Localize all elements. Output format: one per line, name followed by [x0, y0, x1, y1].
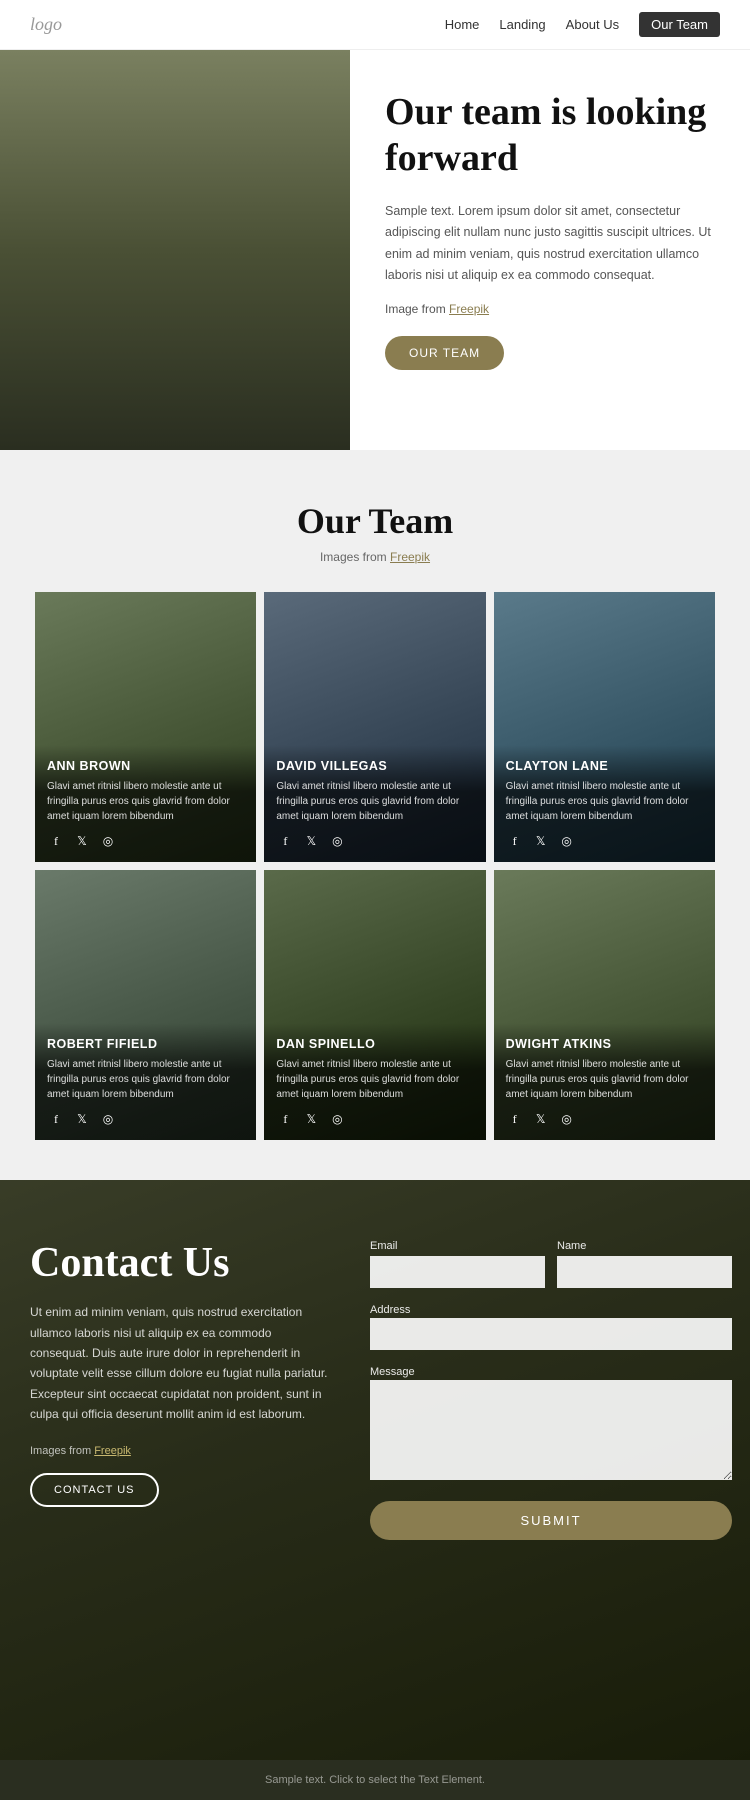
card-overlay-dan: DAN SPINELLO Glavi amet ritnisl libero m… [264, 1023, 485, 1140]
twitter-icon-dan[interactable]: 𝕏 [302, 1110, 320, 1128]
facebook-icon-dan[interactable]: f [276, 1110, 294, 1128]
twitter-icon-clayton[interactable]: 𝕏 [532, 832, 550, 850]
card-overlay-dwight: DWIGHT ATKINS Glavi amet ritnisl libero … [494, 1023, 715, 1140]
contact-image-credit: Images from Freepik [30, 1445, 330, 1457]
instagram-icon-david[interactable]: ◎ [328, 832, 346, 850]
address-label: Address [370, 1304, 410, 1316]
form-row-email-name: Email Name [370, 1240, 732, 1288]
member-bio-ann: Glavi amet ritnisl libero molestie ante … [47, 779, 244, 824]
instagram-icon-dwight[interactable]: ◎ [558, 1110, 576, 1128]
card-overlay-david: DAVID VILLEGAS Glavi amet ritnisl libero… [264, 745, 485, 862]
member-name-ann: ANN BROWN [47, 759, 244, 773]
instagram-icon-dan[interactable]: ◎ [328, 1110, 346, 1128]
card-overlay-ann: ANN BROWN Glavi amet ritnisl libero mole… [35, 745, 256, 862]
facebook-icon-david[interactable]: f [276, 832, 294, 850]
twitter-icon-david[interactable]: 𝕏 [302, 832, 320, 850]
contact-left: Contact Us Ut enim ad minim veniam, quis… [30, 1240, 330, 1507]
nav-landing[interactable]: Landing [499, 17, 545, 32]
member-bio-robert: Glavi amet ritnisl libero molestie ante … [47, 1057, 244, 1102]
team-header: Our Team [30, 500, 720, 542]
member-name-david: DAVID VILLEGAS [276, 759, 473, 773]
submit-button[interactable]: SUBMIT [370, 1501, 732, 1540]
facebook-icon-ann[interactable]: f [47, 832, 65, 850]
email-input[interactable] [370, 1256, 545, 1288]
logo: logo [30, 14, 62, 35]
member-bio-dan: Glavi amet ritnisl libero molestie ante … [276, 1057, 473, 1102]
team-freepik-link[interactable]: Freepik [390, 550, 430, 564]
contact-freepik-link[interactable]: Freepik [94, 1445, 131, 1457]
member-bio-david: Glavi amet ritnisl libero molestie ante … [276, 779, 473, 824]
message-label: Message [370, 1366, 415, 1378]
nav-links: Home Landing About Us Our Team [445, 12, 720, 37]
social-ann: f 𝕏 ◎ [47, 832, 244, 850]
name-input[interactable] [557, 1256, 732, 1288]
contact-description: Ut enim ad minim veniam, quis nostrud ex… [30, 1302, 330, 1424]
contact-title: Contact Us [30, 1240, 330, 1286]
instagram-icon-robert[interactable]: ◎ [99, 1110, 117, 1128]
name-label: Name [557, 1240, 732, 1252]
card-overlay-robert: ROBERT FIFIELD Glavi amet ritnisl libero… [35, 1023, 256, 1140]
message-textarea[interactable] [370, 1380, 732, 1480]
team-card-ann: ANN BROWN Glavi amet ritnisl libero mole… [35, 592, 256, 862]
email-label: Email [370, 1240, 545, 1252]
hero-section: Our team is looking forward Sample text.… [0, 50, 750, 450]
social-clayton: f 𝕏 ◎ [506, 832, 703, 850]
social-dwight: f 𝕏 ◎ [506, 1110, 703, 1128]
twitter-icon-robert[interactable]: 𝕏 [73, 1110, 91, 1128]
facebook-icon-clayton[interactable]: f [506, 832, 524, 850]
social-robert: f 𝕏 ◎ [47, 1110, 244, 1128]
instagram-icon-clayton[interactable]: ◎ [558, 832, 576, 850]
team-card-david: DAVID VILLEGAS Glavi amet ritnisl libero… [264, 592, 485, 862]
team-card-robert: ROBERT FIFIELD Glavi amet ritnisl libero… [35, 870, 256, 1140]
team-card-clayton: CLAYTON LANE Glavi amet ritnisl libero m… [494, 592, 715, 862]
member-name-robert: ROBERT FIFIELD [47, 1037, 244, 1051]
facebook-icon-dwight[interactable]: f [506, 1110, 524, 1128]
hero-freepik-link[interactable]: Freepik [449, 302, 489, 316]
footer: Sample text. Click to select the Text El… [0, 1760, 750, 1800]
team-card-dwight: DWIGHT ATKINS Glavi amet ritnisl libero … [494, 870, 715, 1140]
team-title: Our Team [30, 500, 720, 542]
member-name-dwight: DWIGHT ATKINS [506, 1037, 703, 1051]
member-bio-dwight: Glavi amet ritnisl libero molestie ante … [506, 1057, 703, 1102]
hero-text: Sample text. Lorem ipsum dolor sit amet,… [385, 201, 715, 286]
twitter-icon-ann[interactable]: 𝕏 [73, 832, 91, 850]
footer-text: Sample text. Click to select the Text El… [14, 1774, 736, 1786]
nav-about[interactable]: About Us [566, 17, 619, 32]
member-name-dan: DAN SPINELLO [276, 1037, 473, 1051]
social-david: f 𝕏 ◎ [276, 832, 473, 850]
member-name-clayton: CLAYTON LANE [506, 759, 703, 773]
team-grid: ANN BROWN Glavi amet ritnisl libero mole… [35, 592, 715, 1140]
contact-form: Email Name Address Message SUBMIT [370, 1240, 732, 1540]
form-group-email: Email [370, 1240, 545, 1288]
form-group-name: Name [557, 1240, 732, 1288]
team-subtitle: Images from Freepik [30, 550, 720, 564]
twitter-icon-dwight[interactable]: 𝕏 [532, 1110, 550, 1128]
contact-section: Contact Us Ut enim ad minim veniam, quis… [0, 1180, 750, 1760]
form-group-address: Address [370, 1300, 732, 1350]
form-group-message: Message [370, 1362, 732, 1485]
hero-image [0, 50, 350, 450]
address-input[interactable] [370, 1318, 732, 1350]
instagram-icon-ann[interactable]: ◎ [99, 832, 117, 850]
member-bio-clayton: Glavi amet ritnisl libero molestie ante … [506, 779, 703, 824]
social-dan: f 𝕏 ◎ [276, 1110, 473, 1128]
hero-content: Our team is looking forward Sample text.… [350, 50, 750, 450]
nav-home[interactable]: Home [445, 17, 480, 32]
card-overlay-clayton: CLAYTON LANE Glavi amet ritnisl libero m… [494, 745, 715, 862]
team-section: Our Team Images from Freepik ANN BROWN G… [0, 450, 750, 1180]
navbar: logo Home Landing About Us Our Team [0, 0, 750, 50]
team-card-dan: DAN SPINELLO Glavi amet ritnisl libero m… [264, 870, 485, 1140]
nav-our-team[interactable]: Our Team [639, 12, 720, 37]
hero-title: Our team is looking forward [385, 90, 715, 181]
hero-image-credit: Image from Freepik [385, 302, 715, 316]
facebook-icon-robert[interactable]: f [47, 1110, 65, 1128]
contact-us-button[interactable]: CONTACT US [30, 1473, 159, 1507]
hero-cta-button[interactable]: OUR TEAM [385, 336, 504, 370]
